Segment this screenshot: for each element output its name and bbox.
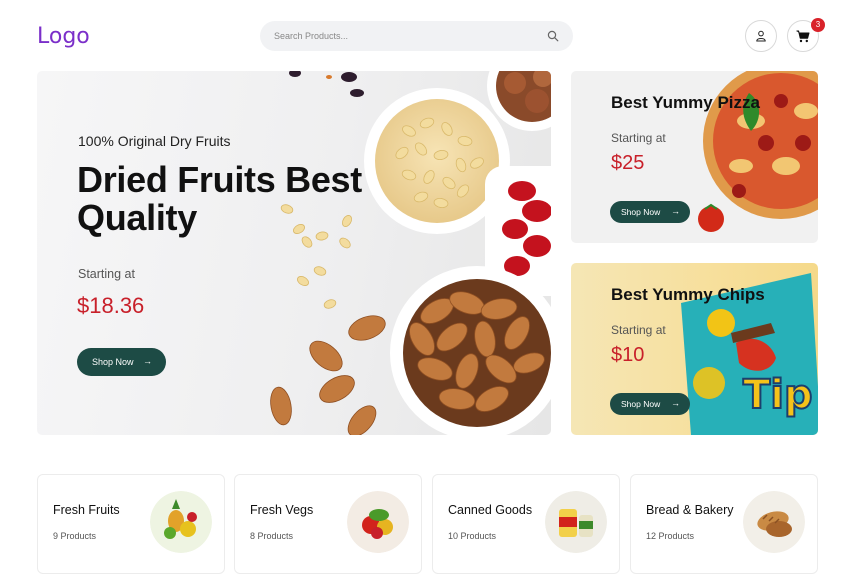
promo-starting-label: Starting at [611,323,666,337]
shop-now-label: Shop Now [92,357,134,367]
category-count: 8 Products [250,531,294,541]
header: Logo 3 [0,0,851,72]
search-input[interactable] [274,28,534,44]
dried-fruits-image [270,71,551,435]
promo-starting-label: Starting at [611,131,666,145]
promo-title: Best Yummy Pizza [611,93,760,112]
hero-subtitle: 100% Original Dry Fruits [78,133,231,149]
logo[interactable]: Logo [37,24,90,49]
cart-icon [796,30,810,42]
shop-now-label: Shop Now [621,399,661,409]
account-button[interactable] [745,20,777,52]
category-count: 9 Products [53,531,97,541]
canned-goods-image [545,491,607,553]
category-card-fresh-fruits[interactable]: Fresh Fruits 9 Products [37,474,225,574]
hero-shop-now-button[interactable]: Shop Now → [77,348,166,376]
arrow-right-icon: → [143,356,152,366]
hero-price: $18.36 [77,293,145,318]
category-count: 10 Products [448,531,497,541]
category-count: 12 Products [646,531,695,541]
user-icon [756,30,766,42]
hero-title: Dried Fruits Best Quality [77,159,362,238]
category-card-canned-goods[interactable]: Canned Goods 10 Products [432,474,620,574]
search-icon[interactable] [547,30,559,42]
category-name: Canned Goods [448,503,533,517]
category-name: Bread & Bakery [646,503,734,517]
hero-banner: 100% Original Dry Fruits Dried Fruits Be… [37,71,551,435]
pizza-shop-now-button[interactable]: Shop Now → [610,201,690,223]
category-card-bread-bakery[interactable]: Bread & Bakery 12 Products [630,474,818,574]
category-card-fresh-vegs[interactable]: Fresh Vegs 8 Products [234,474,422,574]
promo-price: $25 [611,152,645,174]
promo-title: Best Yummy Chips [611,285,765,304]
promo-card-chips: Tip Best Yummy Chips Starting at $10 Sho… [571,263,818,435]
svg-text:Tip: Tip [743,372,813,418]
category-name: Fresh Fruits [53,503,120,517]
vegetables-image [347,491,409,553]
cart-count-badge: 3 [811,18,825,32]
search-bar [260,21,573,51]
fruits-image [150,491,212,553]
arrow-right-icon: → [671,206,680,216]
chips-shop-now-button[interactable]: Shop Now → [610,393,690,415]
promo-card-pizza: Best Yummy Pizza Starting at $25 Shop No… [571,71,818,243]
bread-image [743,491,805,553]
promo-price: $10 [611,344,645,366]
hero-starting-label: Starting at [78,267,135,281]
category-name: Fresh Vegs [250,503,314,517]
shop-now-label: Shop Now [621,207,661,217]
cart-button[interactable]: 3 [787,18,825,52]
arrow-right-icon: → [671,398,680,408]
